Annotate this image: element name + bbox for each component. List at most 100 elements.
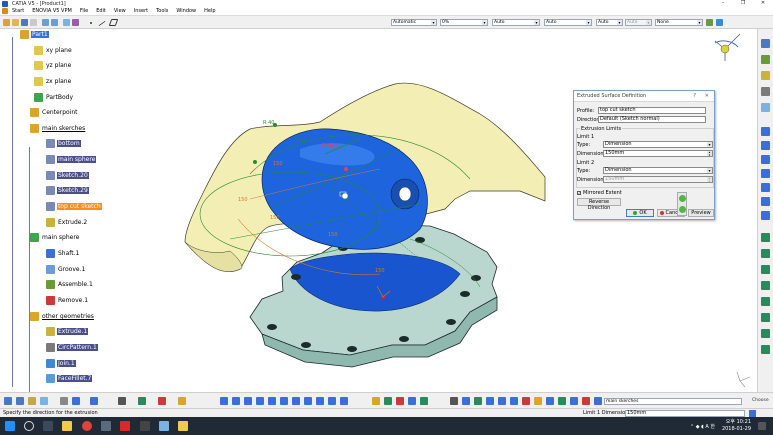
catalog-icon[interactable] [408,397,416,405]
menu-view[interactable]: View [110,8,130,14]
spline-tool-icon[interactable] [761,169,770,178]
connect-checker-icon[interactable] [486,397,494,405]
tree-node[interactable]: PartBody [34,92,74,103]
file-explorer-icon[interactable] [62,421,72,431]
reverse-direction-button[interactable]: Reverse Direction [577,198,621,211]
work-on-support-icon[interactable] [582,397,590,405]
extrude-tool-icon[interactable] [761,39,770,48]
menu-window[interactable]: Window [172,8,200,14]
painter-icon[interactable] [706,19,713,26]
iso-view-icon[interactable] [328,397,336,405]
clock[interactable]: 오후 10:21 2018-01-29 [722,419,751,433]
status-value-input[interactable]: 150mm [625,410,745,417]
boundary-tool-icon[interactable] [761,281,770,290]
tree-node[interactable]: main skerches [30,123,86,134]
minimize-button[interactable]: – [713,0,733,7]
undo-icon[interactable] [42,19,49,26]
tree-node[interactable]: yz plane [34,60,72,71]
menu-start[interactable]: Start [8,8,28,14]
profile-field[interactable]: top cut sketch [598,107,706,114]
fillet-tool-icon[interactable] [761,313,770,322]
tree-node[interactable]: Remove.1 [46,295,89,306]
environment-icon[interactable] [534,397,542,405]
rotate-icon[interactable] [220,397,228,405]
lineweight-combo[interactable]: Auto ▾ [544,19,592,26]
ok-button[interactable]: OK [626,209,654,217]
current-geometric-set-combo[interactable]: main skerches [604,398,742,405]
line-style-icon[interactable] [98,20,106,27]
tree-node[interactable]: top cut sketch [46,201,102,212]
linetype-combo[interactable]: Auto ▾ [492,19,540,26]
quick-view-icon[interactable] [256,397,264,405]
limit-label[interactable]: Limit 1 [296,138,313,144]
windows-start-icon[interactable] [5,421,15,431]
distance-icon[interactable] [498,397,506,405]
circle-tool-icon[interactable] [761,155,770,164]
chrome-icon[interactable] [82,421,92,431]
kakaotalk-icon[interactable] [178,421,188,431]
tree-node[interactable]: Extrude.1 [46,326,89,337]
close-button[interactable]: ✕ [753,0,773,7]
hide-show-icon[interactable] [138,397,146,405]
stack-icon-2[interactable] [679,206,686,213]
compass-icon[interactable] [714,33,741,61]
fly-icon[interactable] [16,397,24,405]
normal-view-icon[interactable] [40,397,48,405]
sectioning-icon[interactable] [558,397,566,405]
app-icon-1[interactable] [101,421,111,431]
tree-node[interactable]: Sketch.20 [46,170,89,181]
porcupine-icon[interactable] [510,397,518,405]
tree-node[interactable]: bottom [46,138,81,149]
search-icon[interactable] [24,421,34,431]
sweep-tool-icon[interactable] [761,71,770,80]
limit1-type-select[interactable]: Dimension ▾ [603,141,713,148]
plane-tool-icon[interactable] [761,87,770,96]
connect-tool-icon[interactable] [761,211,770,220]
curvature-icon[interactable] [474,397,482,405]
help-button[interactable]: ? [693,93,696,99]
redo-icon[interactable] [51,19,58,26]
direction-field[interactable]: Default (Sketch normal) [598,116,706,123]
point-style-icon[interactable] [90,22,92,24]
translate-tool-icon[interactable] [761,329,770,338]
tree-node[interactable]: Groove.1 [46,264,86,275]
split-tool-icon[interactable] [761,249,770,258]
tree-node[interactable]: Part1 [20,29,49,40]
tools-icon[interactable] [384,397,392,405]
measure-icon[interactable] [118,397,126,405]
limit1-dimension-input[interactable]: 150mm ▴ ▾ [603,150,713,157]
helix-tool-icon[interactable] [761,183,770,192]
tree-node[interactable]: Sketch.29 [46,185,89,196]
limit2-type-select[interactable]: Dimension ▾ [603,167,713,174]
sketch-tool-icon[interactable] [63,19,70,26]
menu-tools[interactable]: Tools [152,8,172,14]
tree-node[interactable]: Join.1 [46,358,76,369]
tree-node[interactable]: CircPattern.1 [46,342,98,353]
system-tray[interactable]: ⌃ ◆ ◖ A 한 [690,423,715,430]
light-icon[interactable] [522,397,530,405]
app-icon-2[interactable] [140,421,150,431]
offset-tool-icon[interactable] [761,103,770,112]
draft-analysis-icon[interactable] [462,397,470,405]
menu-help[interactable]: Help [200,8,219,14]
tree-node[interactable]: other geometries [30,311,95,322]
notification-icon[interactable] [758,422,766,430]
formula-icon[interactable] [396,397,404,405]
tree-node[interactable]: main sphere [46,154,97,165]
constraint-icon[interactable] [72,397,80,405]
profile-label[interactable]: Profile [322,143,338,149]
front-view-icon[interactable] [340,397,348,405]
join-tool-icon[interactable] [761,233,770,242]
swap-icon[interactable] [158,397,166,405]
swap-visible-icon[interactable] [304,397,312,405]
mirrored-extent-checkbox[interactable]: ✓ [577,190,581,195]
catia-taskbar-icon[interactable] [159,421,169,431]
axis-system-icon[interactable] [420,397,428,405]
extract-tool-icon[interactable] [761,297,770,306]
apply-material-icon[interactable] [178,397,186,405]
revolve-tool-icon[interactable] [761,55,770,64]
task-view-icon[interactable] [43,421,53,431]
status-apply-icon[interactable] [749,410,756,417]
preview-button[interactable]: Preview [688,209,714,217]
tree-node[interactable]: Assemble.1 [46,279,94,290]
